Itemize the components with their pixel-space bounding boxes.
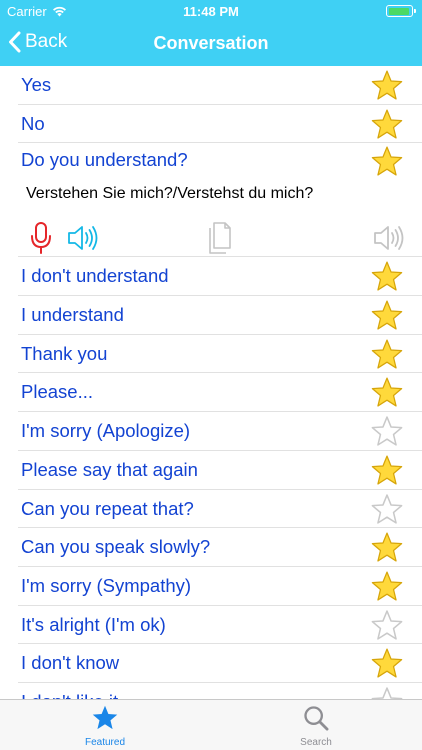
phrase-text: I'm sorry (Apologize) <box>21 420 191 442</box>
copy-icon[interactable] <box>203 221 239 255</box>
tab-search[interactable]: Search <box>271 700 361 750</box>
page-title: Conversation <box>153 33 269 53</box>
star-filled-icon[interactable] <box>370 376 404 408</box>
phrase-text: I don't like it <box>21 691 118 699</box>
phrase-text: Do you understand? <box>21 149 188 171</box>
tab-bar: Featured Search <box>0 699 422 750</box>
tab-featured-label: Featured <box>84 737 126 748</box>
list-item[interactable]: Please... <box>18 373 422 413</box>
star-outline-icon[interactable] <box>370 609 404 641</box>
phrase-text: I don't know <box>21 652 120 674</box>
list-item[interactable]: Thank you <box>18 335 422 374</box>
list-item[interactable]: I'm sorry (Apologize) <box>18 412 422 451</box>
star-filled-icon[interactable] <box>370 570 404 602</box>
list-item[interactable]: I don't like it <box>18 683 422 699</box>
list-item[interactable]: I don't understand <box>18 257 422 297</box>
list-item[interactable]: Can you speak slowly? <box>18 528 422 567</box>
status-bar: Carrier 11:48 PM <box>0 0 422 22</box>
speaker-icon[interactable] <box>66 221 102 255</box>
star-filled-icon[interactable] <box>370 454 404 486</box>
tab-search-label: Search <box>300 737 332 748</box>
list-item[interactable]: I understand <box>18 296 422 335</box>
star-outline-icon[interactable] <box>370 415 404 447</box>
star-filled-icon[interactable] <box>370 145 404 177</box>
star-outline-icon[interactable] <box>370 493 404 525</box>
expanded-list-item[interactable]: Do you understand? Verstehen Sie mich?/Ve… <box>18 143 422 258</box>
translation-text: Verstehen Sie mich?/Verstehst du mich? <box>26 185 314 203</box>
phrase-text: No <box>21 112 45 134</box>
star-outline-icon[interactable] <box>370 686 404 699</box>
star-filled-icon[interactable] <box>370 531 404 563</box>
star-filled-icon[interactable] <box>370 647 404 679</box>
phrase-text: Please... <box>21 381 93 403</box>
slow-speaker-icon[interactable] <box>372 221 408 255</box>
phrase-text: I don't understand <box>21 265 169 287</box>
phrase-list[interactable]: Yes No Do you understand? Verstehen Sie mic… <box>0 66 422 699</box>
phrase-text: Can you repeat that? <box>21 497 194 519</box>
list-item[interactable]: It's alright (I'm ok) <box>18 606 422 645</box>
phrase-text: It's alright (I'm ok) <box>21 613 166 635</box>
tab-featured[interactable]: Featured <box>60 700 150 750</box>
star-filled-icon[interactable] <box>370 260 404 292</box>
search-icon <box>304 706 329 731</box>
star-filled-icon[interactable] <box>370 299 404 331</box>
list-item[interactable]: Yes <box>18 66 422 105</box>
battery-icon <box>386 5 416 17</box>
phrase-text: Thank you <box>21 342 108 364</box>
list-item[interactable]: No <box>18 105 422 144</box>
phrase-text: Can you speak slowly? <box>21 536 211 558</box>
navigation-bar: Back Conversation <box>0 22 422 66</box>
app-header: Carrier 11:48 PM Back Conversation <box>0 0 422 66</box>
star-filled-icon[interactable] <box>370 338 404 370</box>
phrase-text: Yes <box>21 74 52 95</box>
star-filled-icon[interactable] <box>370 69 404 101</box>
list-item[interactable]: Can you repeat that? <box>18 490 422 529</box>
phrase-text: I understand <box>21 304 124 326</box>
status-time: 11:48 PM <box>183 4 239 19</box>
phrase-text: I'm sorry (Sympathy) <box>21 574 192 596</box>
list-item[interactable]: I don't know <box>18 644 422 683</box>
phrase-text: Please say that again <box>21 458 198 480</box>
list-item[interactable]: Please say that again <box>18 451 422 490</box>
star-icon <box>92 705 118 730</box>
star-filled-icon[interactable] <box>370 108 404 140</box>
list-item[interactable]: I'm sorry (Sympathy) <box>18 567 422 606</box>
microphone-icon[interactable] <box>24 221 60 255</box>
